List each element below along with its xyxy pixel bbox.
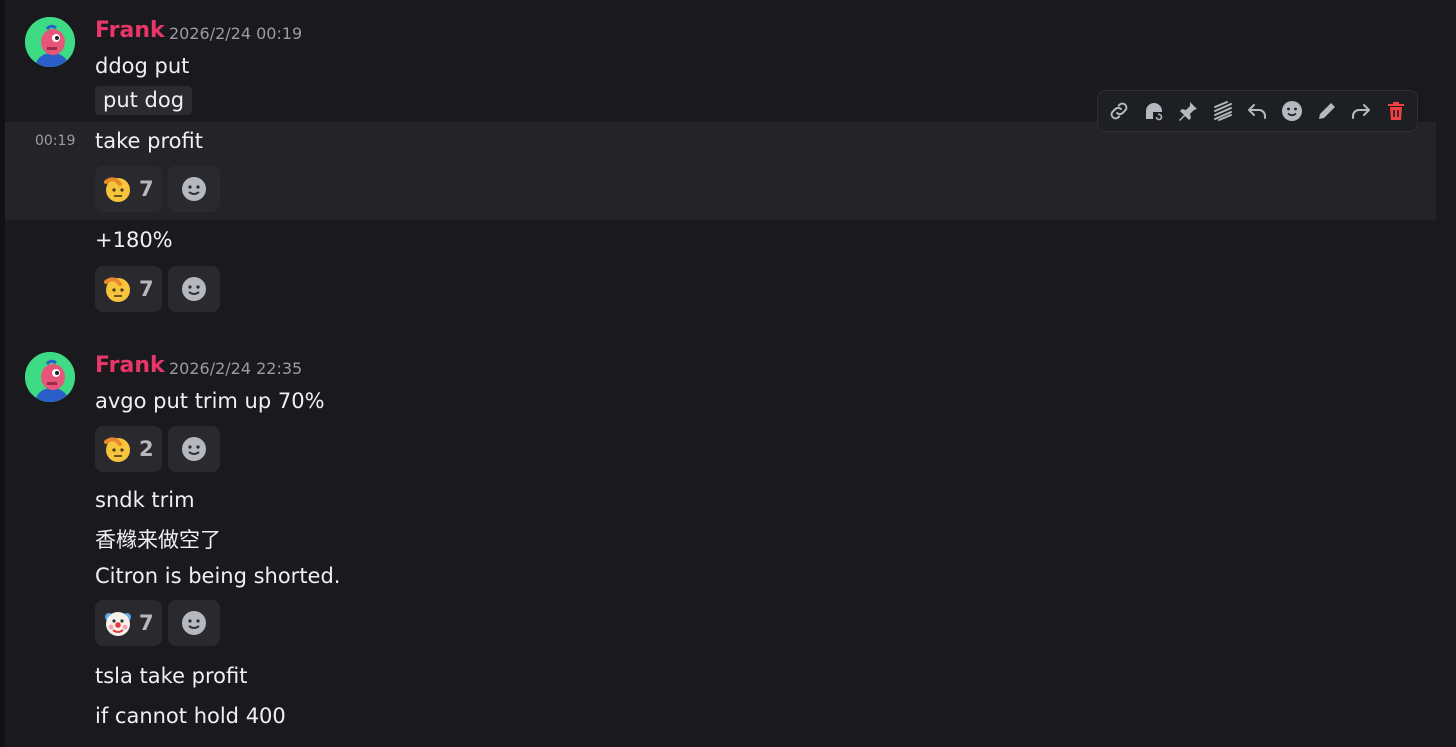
thread-icon bbox=[1145, 103, 1164, 122]
reaction-saluting[interactable]: 2 bbox=[95, 426, 162, 472]
avatar-image bbox=[25, 17, 75, 67]
add-reaction-toolbar-button[interactable] bbox=[1277, 96, 1307, 126]
link-icon bbox=[1110, 102, 1128, 120]
saluting-face-icon bbox=[104, 277, 130, 302]
forward-icon bbox=[1352, 104, 1371, 119]
edit-button[interactable] bbox=[1312, 96, 1342, 126]
message-text: tsla take profit bbox=[95, 664, 248, 688]
reaction-count: 7 bbox=[139, 277, 154, 301]
message-text: take profit bbox=[95, 129, 203, 153]
message-timestamp: 2026/2/24 22:35 bbox=[169, 359, 303, 378]
apps-button[interactable] bbox=[1208, 96, 1238, 126]
copy-link-button[interactable] bbox=[1104, 96, 1134, 126]
reaction-bar: 7 bbox=[95, 600, 220, 646]
saluting-face-icon bbox=[104, 437, 130, 462]
forward-button[interactable] bbox=[1346, 96, 1376, 126]
add-reaction-button[interactable] bbox=[167, 266, 220, 312]
add-reaction-button[interactable] bbox=[167, 600, 220, 646]
pin-icon bbox=[1179, 102, 1198, 121]
reaction-bar: 7 bbox=[95, 166, 220, 212]
reaction-bar: 7 bbox=[95, 266, 220, 312]
message-hover-highlight bbox=[5, 122, 1436, 220]
apps-icon bbox=[1213, 101, 1232, 121]
add-reaction-icon bbox=[1282, 101, 1302, 121]
message-text: +180% bbox=[95, 228, 173, 252]
message-text: ddog put bbox=[95, 54, 190, 78]
reaction-count: 2 bbox=[139, 437, 154, 461]
message-text: 香橼来做空了 bbox=[95, 528, 221, 552]
create-thread-button[interactable] bbox=[1139, 96, 1169, 126]
username[interactable]: Frank bbox=[95, 353, 165, 378]
reply-icon bbox=[1248, 104, 1267, 119]
reaction-clown[interactable]: 7 bbox=[95, 600, 162, 646]
message-text: avgo put trim up 70% bbox=[95, 389, 325, 413]
clown-face-icon bbox=[105, 612, 131, 636]
delete-icon bbox=[1387, 102, 1404, 120]
pin-message-button[interactable] bbox=[1173, 96, 1203, 126]
add-reaction-button[interactable] bbox=[167, 166, 220, 212]
message-action-toolbar bbox=[1097, 90, 1418, 132]
divider bbox=[0, 0, 5, 747]
message-text: if cannot hold 400 bbox=[95, 704, 286, 728]
inline-code: put dog bbox=[95, 86, 193, 116]
avatar[interactable] bbox=[25, 17, 75, 67]
hover-timestamp: 00:19 bbox=[35, 133, 76, 149]
username[interactable]: Frank bbox=[95, 18, 165, 43]
edit-icon bbox=[1318, 103, 1335, 119]
reaction-count: 7 bbox=[139, 611, 154, 635]
message-text: Citron is being shorted. bbox=[95, 564, 341, 588]
reply-button[interactable] bbox=[1242, 96, 1272, 126]
smiley-icon bbox=[181, 277, 206, 301]
reaction-count: 7 bbox=[139, 177, 154, 201]
smiley-icon bbox=[181, 177, 206, 201]
delete-button[interactable] bbox=[1381, 96, 1411, 126]
smiley-icon bbox=[181, 437, 206, 461]
avatar-image bbox=[25, 352, 75, 402]
avatar[interactable] bbox=[25, 352, 75, 402]
saluting-face-icon bbox=[104, 177, 130, 202]
reaction-saluting[interactable]: 7 bbox=[95, 266, 162, 312]
message-text: sndk trim bbox=[95, 488, 195, 512]
add-reaction-button[interactable] bbox=[167, 426, 220, 472]
message-timestamp: 2026/2/24 00:19 bbox=[169, 24, 303, 43]
reaction-saluting[interactable]: 7 bbox=[95, 166, 162, 212]
smiley-icon bbox=[181, 611, 206, 635]
chat-messages: Frank 2026/2/24 00:19 ddog put put dog 0… bbox=[0, 0, 1456, 747]
reaction-bar: 2 bbox=[95, 426, 220, 472]
